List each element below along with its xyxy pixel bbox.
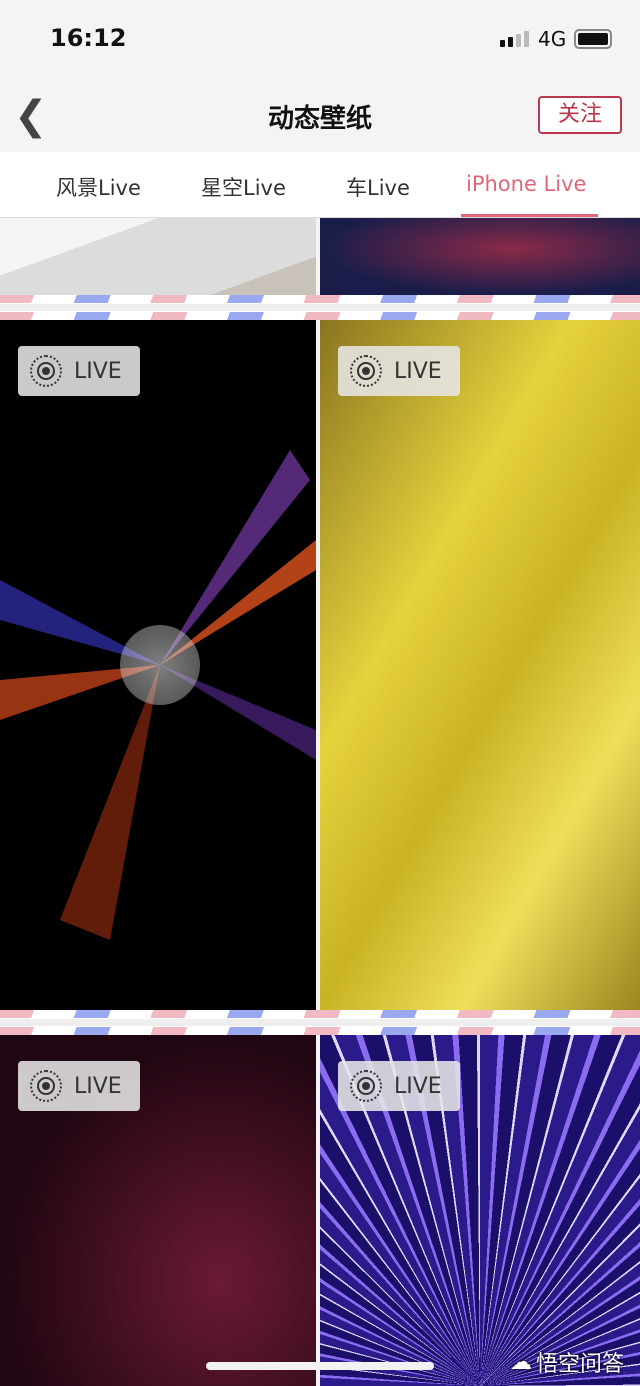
wallpaper-thumbnail[interactable]: LIVE [0, 1035, 316, 1386]
wallpaper-thumbnail[interactable]: LIVE [320, 1035, 640, 1386]
tab-starry-live[interactable]: 星空Live [201, 172, 286, 202]
tab-partial[interactable]: e [0, 172, 1, 196]
live-photo-icon [30, 355, 62, 387]
live-badge: LIVE [18, 1061, 140, 1111]
live-photo-icon [350, 1070, 382, 1102]
active-tab-indicator [461, 214, 598, 217]
tab-iphone-live[interactable]: iPhone Live [466, 172, 586, 196]
home-indicator [206, 1362, 434, 1370]
network-type: 4G [538, 27, 567, 51]
nav-bar: ❮ 动态壁纸 关注 [0, 80, 640, 152]
wallpaper-thumbnail[interactable]: LIVE [320, 320, 640, 1010]
follow-button[interactable]: 关注 [538, 96, 622, 134]
divider-stripe [0, 295, 640, 320]
status-bar: 16:12 4G [0, 0, 640, 80]
live-badge: LIVE [338, 346, 460, 396]
tab-scenery-live[interactable]: 风景Live [56, 172, 141, 202]
divider-stripe [0, 1010, 640, 1035]
wallpaper-thumbnail[interactable]: LIVE [0, 320, 316, 1010]
watermark: ☁ 悟空问答 [510, 1349, 625, 1378]
signal-icon [500, 31, 529, 47]
wukong-logo-icon: ☁ [510, 1349, 532, 1375]
live-badge: LIVE [338, 1061, 460, 1111]
status-time: 16:12 [50, 24, 127, 52]
wallpaper-thumbnail[interactable] [0, 218, 316, 295]
battery-icon [574, 29, 612, 49]
tab-car-live[interactable]: 车Live [346, 172, 410, 202]
category-tabs: e 风景Live 星空Live 车Live iPhone Live [0, 152, 640, 218]
light-burst-image [0, 450, 316, 940]
live-badge: LIVE [18, 346, 140, 396]
live-photo-icon [350, 355, 382, 387]
live-photo-icon [30, 1070, 62, 1102]
wallpaper-thumbnail[interactable] [320, 218, 640, 295]
